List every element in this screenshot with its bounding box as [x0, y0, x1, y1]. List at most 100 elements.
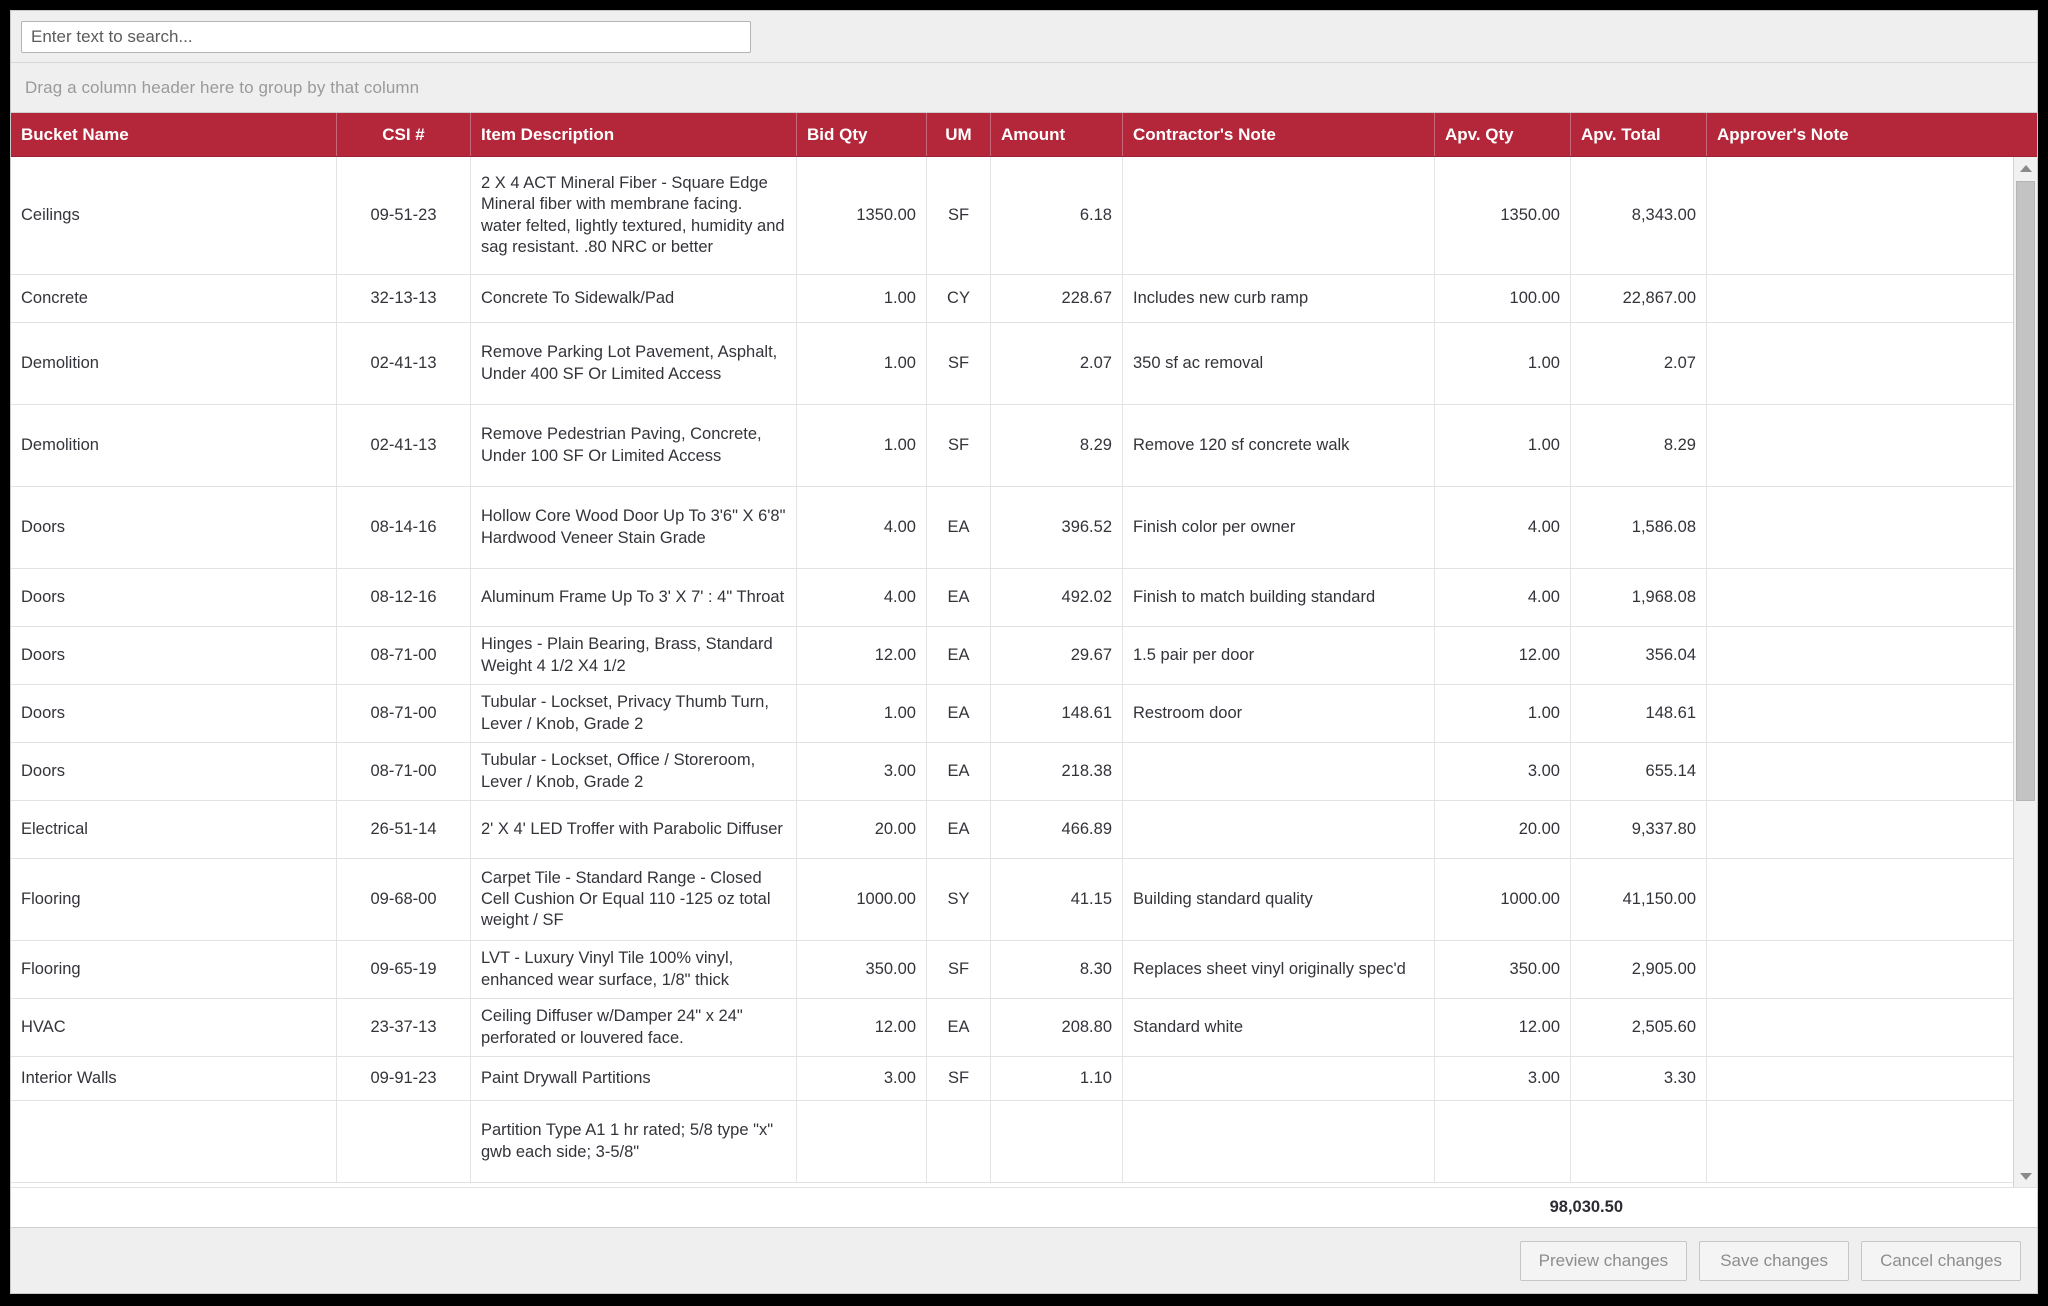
cell-apv-total[interactable]: 356.04 — [1571, 627, 1707, 684]
cell-bucket-name[interactable] — [11, 1101, 337, 1182]
cell-contractors-note[interactable]: Includes new curb ramp — [1123, 275, 1435, 322]
cell-item-description[interactable]: 2 X 4 ACT Mineral Fiber - Square Edge Mi… — [471, 157, 797, 274]
cell-um[interactable]: EA — [927, 685, 991, 742]
group-by-drop-zone[interactable]: Drag a column header here to group by th… — [11, 63, 2037, 113]
cell-approvers-note[interactable] — [1707, 487, 2037, 568]
column-header-csi[interactable]: CSI # — [337, 113, 471, 156]
cell-um[interactable]: SF — [927, 323, 991, 404]
cell-apv-qty[interactable]: 4.00 — [1435, 569, 1571, 626]
table-row[interactable]: Interior Walls 09-91-23 Paint Drywall Part… — [11, 1057, 2037, 1101]
cell-um[interactable]: EA — [927, 569, 991, 626]
cell-approvers-note[interactable] — [1707, 627, 2037, 684]
cell-csi[interactable]: 02-41-13 — [337, 323, 471, 404]
cell-um[interactable]: EA — [927, 999, 991, 1056]
cell-contractors-note[interactable]: Replaces sheet vinyl originally spec'd — [1123, 941, 1435, 998]
cell-amount[interactable]: 8.30 — [991, 941, 1123, 998]
cell-approvers-note[interactable] — [1707, 941, 2037, 998]
cell-item-description[interactable]: Remove Parking Lot Pavement, Asphalt, Un… — [471, 323, 797, 404]
cell-bid-qty[interactable]: 1000.00 — [797, 859, 927, 940]
column-header-amount[interactable]: Amount — [991, 113, 1123, 156]
cell-bid-qty[interactable]: 1350.00 — [797, 157, 927, 274]
cell-amount[interactable]: 8.29 — [991, 405, 1123, 486]
cell-apv-qty[interactable]: 1350.00 — [1435, 157, 1571, 274]
cell-bid-qty[interactable]: 4.00 — [797, 487, 927, 568]
cell-bid-qty[interactable]: 1.00 — [797, 405, 927, 486]
cell-approvers-note[interactable] — [1707, 157, 2037, 274]
search-input[interactable] — [21, 20, 751, 53]
cell-amount[interactable] — [991, 1101, 1123, 1182]
table-row[interactable]: Partition Type A1 1 hr rated; 5/8 type "… — [11, 1101, 2037, 1183]
cell-bid-qty[interactable]: 1.00 — [797, 275, 927, 322]
cell-approvers-note[interactable] — [1707, 275, 2037, 322]
cancel-changes-button[interactable]: Cancel changes — [1861, 1240, 2021, 1281]
cell-amount[interactable]: 29.67 — [991, 627, 1123, 684]
table-row[interactable]: Flooring 09-68-00 Carpet Tile - Standard R… — [11, 859, 2037, 941]
scroll-up-button[interactable] — [2014, 157, 2037, 179]
cell-contractors-note[interactable]: 1.5 pair per door — [1123, 627, 1435, 684]
cell-um[interactable]: EA — [927, 743, 991, 800]
cell-contractors-note[interactable]: Finish color per owner — [1123, 487, 1435, 568]
table-row[interactable]: Doors 08-14-16 Hollow Core Wood Door Up To… — [11, 487, 2037, 569]
cell-bid-qty[interactable]: 1.00 — [797, 685, 927, 742]
cell-csi[interactable]: 26-51-14 — [337, 801, 471, 858]
column-header-um[interactable]: UM — [927, 113, 991, 156]
cell-item-description[interactable]: Partition Type A1 1 hr rated; 5/8 type "… — [471, 1101, 797, 1182]
cell-apv-total[interactable]: 41,150.00 — [1571, 859, 1707, 940]
save-changes-button[interactable]: Save changes — [1699, 1240, 1850, 1281]
cell-bucket-name[interactable]: Doors — [11, 627, 337, 684]
cell-apv-total[interactable]: 2.07 — [1571, 323, 1707, 404]
cell-csi[interactable]: 09-65-19 — [337, 941, 471, 998]
cell-apv-total[interactable]: 8.29 — [1571, 405, 1707, 486]
cell-contractors-note[interactable] — [1123, 157, 1435, 274]
cell-csi[interactable]: 08-12-16 — [337, 569, 471, 626]
cell-approvers-note[interactable] — [1707, 569, 2037, 626]
cell-item-description[interactable]: Tubular - Lockset, Office / Storeroom, L… — [471, 743, 797, 800]
cell-apv-total[interactable]: 3.30 — [1571, 1057, 1707, 1100]
scroll-down-button[interactable] — [2014, 1165, 2037, 1187]
cell-um[interactable]: EA — [927, 801, 991, 858]
cell-apv-total[interactable]: 2,505.60 — [1571, 999, 1707, 1056]
cell-csi[interactable]: 23-37-13 — [337, 999, 471, 1056]
cell-item-description[interactable]: 2' X 4' LED Troffer with Parabolic Diffu… — [471, 801, 797, 858]
cell-bucket-name[interactable]: Electrical — [11, 801, 337, 858]
cell-apv-qty[interactable]: 3.00 — [1435, 1057, 1571, 1100]
table-row[interactable]: Doors 08-71-00 Tubular - Lockset, Privacy … — [11, 685, 2037, 743]
cell-item-description[interactable]: Remove Pedestrian Paving, Concrete, Unde… — [471, 405, 797, 486]
cell-item-description[interactable]: Concrete To Sidewalk/Pad — [471, 275, 797, 322]
column-header-approvers-note[interactable]: Approver's Note — [1707, 113, 2037, 156]
cell-approvers-note[interactable] — [1707, 999, 2037, 1056]
cell-csi[interactable]: 08-71-00 — [337, 627, 471, 684]
cell-bucket-name[interactable]: Doors — [11, 743, 337, 800]
cell-bucket-name[interactable]: Ceilings — [11, 157, 337, 274]
cell-amount[interactable]: 148.61 — [991, 685, 1123, 742]
cell-contractors-note[interactable]: Standard white — [1123, 999, 1435, 1056]
cell-apv-qty[interactable]: 12.00 — [1435, 999, 1571, 1056]
cell-um[interactable] — [927, 1101, 991, 1182]
cell-csi[interactable] — [337, 1101, 471, 1182]
cell-um[interactable]: SF — [927, 405, 991, 486]
cell-apv-total[interactable]: 8,343.00 — [1571, 157, 1707, 274]
column-header-bid-qty[interactable]: Bid Qty — [797, 113, 927, 156]
scrollbar-thumb[interactable] — [2016, 181, 2035, 801]
cell-item-description[interactable]: Paint Drywall Partitions — [471, 1057, 797, 1100]
cell-um[interactable]: SF — [927, 1057, 991, 1100]
table-row[interactable]: Doors 08-71-00 Tubular - Lockset, Office /… — [11, 743, 2037, 801]
cell-contractors-note[interactable]: 350 sf ac removal — [1123, 323, 1435, 404]
cell-apv-qty[interactable]: 1.00 — [1435, 685, 1571, 742]
cell-csi[interactable]: 09-91-23 — [337, 1057, 471, 1100]
cell-amount[interactable]: 492.02 — [991, 569, 1123, 626]
cell-csi[interactable]: 32-13-13 — [337, 275, 471, 322]
cell-contractors-note[interactable]: Finish to match building standard — [1123, 569, 1435, 626]
table-row[interactable]: Concrete 32-13-13 Concrete To Sidewalk/Pad… — [11, 275, 2037, 323]
cell-bucket-name[interactable]: Flooring — [11, 941, 337, 998]
cell-item-description[interactable]: Carpet Tile - Standard Range - Closed Ce… — [471, 859, 797, 940]
cell-um[interactable]: CY — [927, 275, 991, 322]
cell-bid-qty[interactable]: 3.00 — [797, 1057, 927, 1100]
cell-contractors-note[interactable] — [1123, 1101, 1435, 1182]
cell-apv-qty[interactable]: 1.00 — [1435, 405, 1571, 486]
cell-csi[interactable]: 08-71-00 — [337, 743, 471, 800]
cell-bucket-name[interactable]: Demolition — [11, 323, 337, 404]
cell-contractors-note[interactable]: Restroom door — [1123, 685, 1435, 742]
cell-apv-qty[interactable]: 20.00 — [1435, 801, 1571, 858]
cell-bid-qty[interactable]: 350.00 — [797, 941, 927, 998]
